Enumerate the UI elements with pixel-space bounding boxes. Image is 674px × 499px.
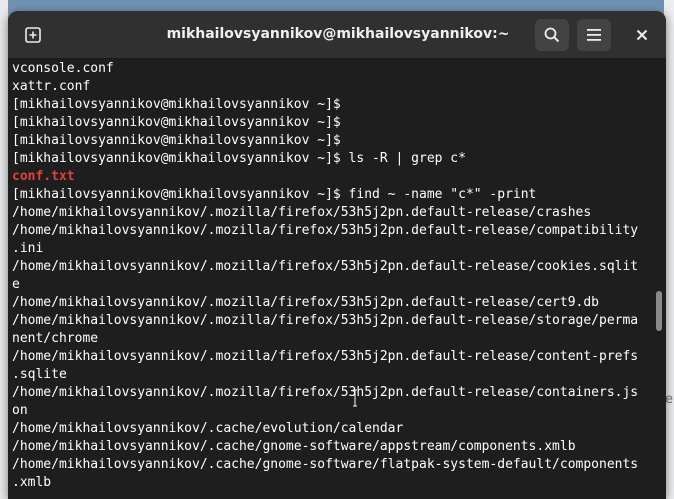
terminal-line: vconsole.conf xyxy=(12,61,114,76)
close-icon xyxy=(636,29,648,41)
close-button[interactable] xyxy=(625,19,659,51)
terminal-line: /home/mikhailovsyannikov/.mozilla/firefo… xyxy=(12,385,639,400)
terminal-line: conf.txt xyxy=(12,169,75,184)
terminal-line: nent/chrome xyxy=(12,331,99,346)
terminal-line: xattr.conf xyxy=(12,79,91,94)
terminal-output[interactable]: vconsole.conf xattr.conf [mikhailovsyannik… xyxy=(8,59,653,499)
new-tab-icon xyxy=(25,27,41,43)
terminal-line: .xmlb xyxy=(12,475,52,490)
terminal-line: /home/mikhailovsyannikov/.mozilla/firefo… xyxy=(12,295,599,310)
scrollbar[interactable] xyxy=(653,59,666,499)
terminal-line: /home/mikhailovsyannikov/.cache/gnome-so… xyxy=(12,439,576,454)
scrollbar-thumb[interactable] xyxy=(656,291,662,331)
terminal-line: [mikhailovsyannikov@mikhailovsyannikov ~… xyxy=(12,151,466,166)
search-button[interactable] xyxy=(535,19,569,51)
ibeam-cursor-icon xyxy=(353,389,357,407)
headerbar: mikhailovsyannikov@mikhailovsyannikov:~ xyxy=(8,11,666,59)
hamburger-menu-icon xyxy=(587,29,601,41)
terminal-line: .ini xyxy=(12,241,44,256)
terminal-line: e xyxy=(12,277,20,292)
terminal-line: [mikhailovsyannikov@mikhailovsyannikov ~… xyxy=(12,133,341,148)
search-icon xyxy=(544,27,560,43)
terminal-line: on xyxy=(12,403,28,418)
terminal-line: [mikhailovsyannikov@mikhailovsyannikov ~… xyxy=(12,187,537,202)
desktop-left-strip xyxy=(0,0,8,499)
terminal-line: /home/mikhailovsyannikov/.mozilla/firefo… xyxy=(12,313,639,328)
new-tab-button[interactable] xyxy=(16,19,50,51)
terminal-line: .sqlite xyxy=(12,367,67,382)
window-title: mikhailovsyannikov@mikhailovsyannikov:~ xyxy=(166,26,510,42)
background-window-fragment-right: er xyxy=(665,392,674,407)
terminal-line: /home/mikhailovsyannikov/.mozilla/firefo… xyxy=(12,205,592,220)
terminal-window: mikhailovsyannikov@mikhailovsyannikov:~ … xyxy=(8,11,666,499)
terminal-line: /home/mikhailovsyannikov/.cache/gnome-so… xyxy=(12,457,639,472)
terminal-line: [mikhailovsyannikov@mikhailovsyannikov ~… xyxy=(12,97,341,112)
terminal-line: /home/mikhailovsyannikov/.mozilla/firefo… xyxy=(12,223,639,238)
main-menu-button[interactable] xyxy=(577,19,611,51)
terminal-line: /home/mikhailovsyannikov/.cache/evolutio… xyxy=(12,421,404,436)
terminal-line: /home/mikhailovsyannikov/.mozilla/firefo… xyxy=(12,259,639,274)
terminal-line: [mikhailovsyannikov@mikhailovsyannikov ~… xyxy=(12,115,341,130)
terminal-line: /home/mikhailovsyannikov/.mozilla/firefo… xyxy=(12,349,639,364)
